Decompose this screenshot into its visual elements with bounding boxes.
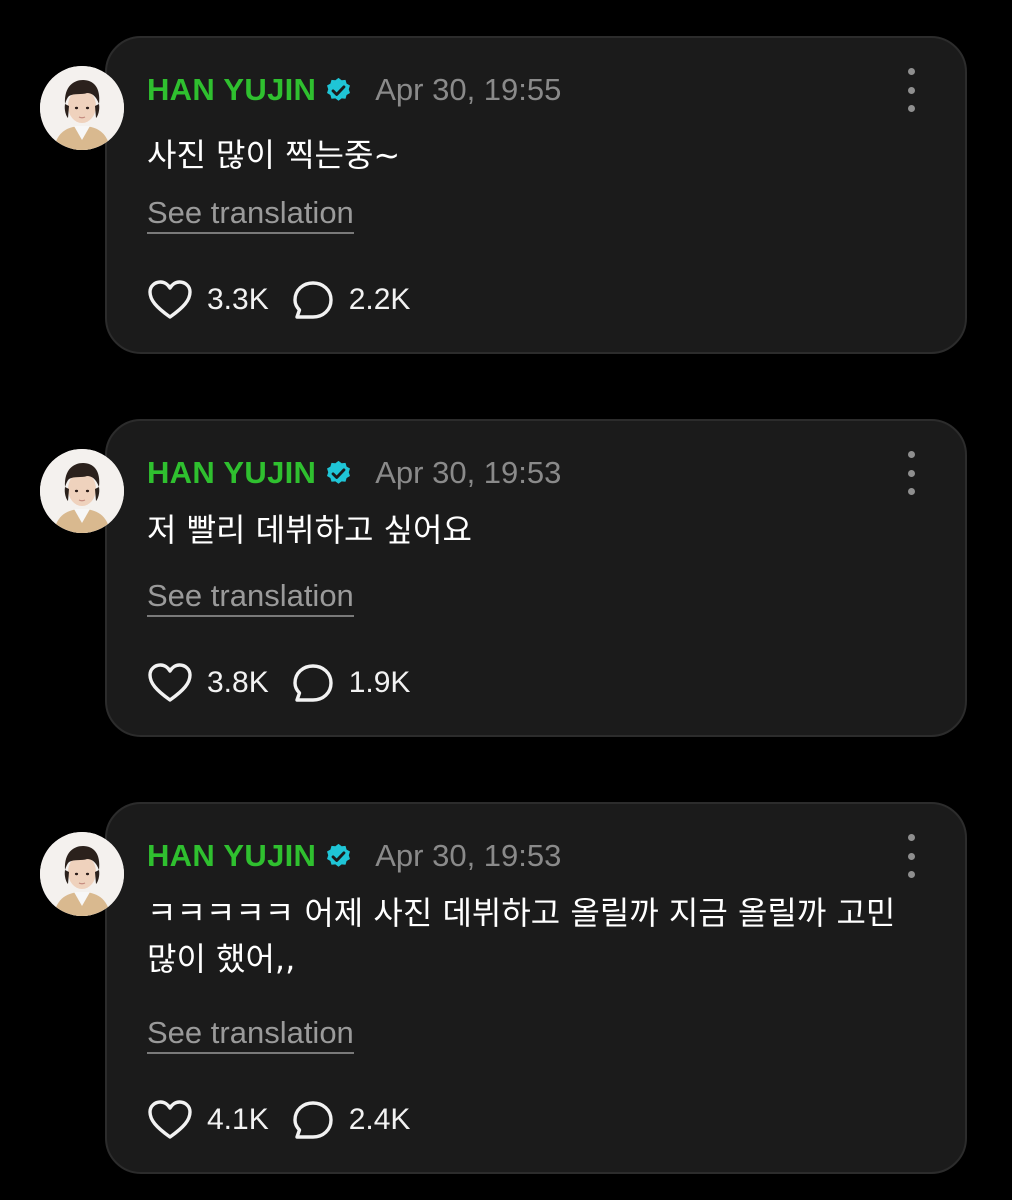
like-count: 3.3K [207, 283, 269, 316]
comment-bubble-icon [293, 281, 333, 319]
post-timestamp: Apr 30, 19:53 [375, 455, 562, 490]
comment-button[interactable]: 2.2K [291, 279, 411, 321]
post: HAN YUJIN Apr 30, 19:53 저 빨리 데뷔하고 싶어요 Se… [0, 419, 1012, 737]
author-name[interactable]: HAN YUJIN [147, 72, 316, 108]
post: HAN YUJIN Apr 30, 19:55 사진 많이 찍는중~ See t… [0, 36, 1012, 354]
verified-badge-icon [324, 842, 353, 871]
heart-icon [148, 1100, 192, 1139]
post-header: HAN YUJIN Apr 30, 19:53 [147, 836, 561, 876]
see-translation-link[interactable]: See translation [147, 1014, 354, 1054]
post-text: 사진 많이 찍는중~ [147, 136, 401, 174]
post-header: HAN YUJIN Apr 30, 19:53 [147, 453, 561, 493]
see-translation-link[interactable]: See translation [147, 194, 354, 234]
avatar[interactable] [40, 66, 124, 150]
post-text: 저 빨리 데뷔하고 싶어요 [147, 511, 472, 549]
more-options-button[interactable] [901, 451, 921, 495]
post-card[interactable]: HAN YUJIN Apr 30, 19:55 사진 많이 찍는중~ See t… [105, 36, 967, 354]
post-timestamp: Apr 30, 19:55 [375, 72, 562, 107]
post-card[interactable]: HAN YUJIN Apr 30, 19:53 ㅋㅋㅋㅋㅋ 어제 사진 데뷔하고… [105, 802, 967, 1174]
heart-icon [148, 663, 192, 702]
comment-bubble-icon [293, 664, 333, 702]
author-name[interactable]: HAN YUJIN [147, 838, 316, 874]
comment-bubble-icon [293, 1101, 333, 1139]
comment-button[interactable]: 1.9K [291, 662, 411, 704]
post-text: ㅋㅋㅋㅋㅋ 어제 사진 데뷔하고 올릴까 지금 올릴까 고민 많이 했어,, [147, 894, 896, 978]
more-options-button[interactable] [901, 834, 921, 878]
see-translation-link[interactable]: See translation [147, 577, 354, 617]
comment-count: 2.2K [348, 283, 411, 316]
author-name[interactable]: HAN YUJIN [147, 455, 316, 491]
post-card[interactable]: HAN YUJIN Apr 30, 19:53 저 빨리 데뷔하고 싶어요 Se… [105, 419, 967, 737]
post-header: HAN YUJIN Apr 30, 19:55 [147, 70, 561, 110]
comment-button[interactable]: 2.4K [291, 1099, 411, 1141]
like-count: 4.1K [207, 1103, 269, 1136]
post-feed: HAN YUJIN Apr 30, 19:55 사진 많이 찍는중~ See t… [0, 0, 1012, 1200]
avatar[interactable] [40, 832, 124, 916]
verified-badge-icon [324, 459, 353, 488]
post-actions: 3.3K 2.2K [147, 276, 432, 324]
more-vertical-icon [907, 451, 915, 458]
comment-count: 1.9K [348, 666, 411, 699]
like-button[interactable]: 3.3K [147, 279, 269, 321]
more-vertical-icon [907, 834, 915, 841]
verified-badge-icon [324, 76, 353, 105]
post-actions: 4.1K 2.4K [147, 1096, 432, 1144]
post: HAN YUJIN Apr 30, 19:53 ㅋㅋㅋㅋㅋ 어제 사진 데뷔하고… [0, 802, 1012, 1174]
more-vertical-icon [907, 68, 915, 75]
more-options-button[interactable] [901, 68, 921, 112]
post-actions: 3.8K 1.9K [147, 659, 432, 707]
comment-count: 2.4K [348, 1103, 411, 1136]
like-button[interactable]: 3.8K [147, 662, 269, 704]
post-timestamp: Apr 30, 19:53 [375, 838, 562, 873]
heart-icon [148, 280, 192, 319]
avatar[interactable] [40, 449, 124, 533]
like-button[interactable]: 4.1K [147, 1099, 269, 1141]
like-count: 3.8K [207, 666, 269, 699]
